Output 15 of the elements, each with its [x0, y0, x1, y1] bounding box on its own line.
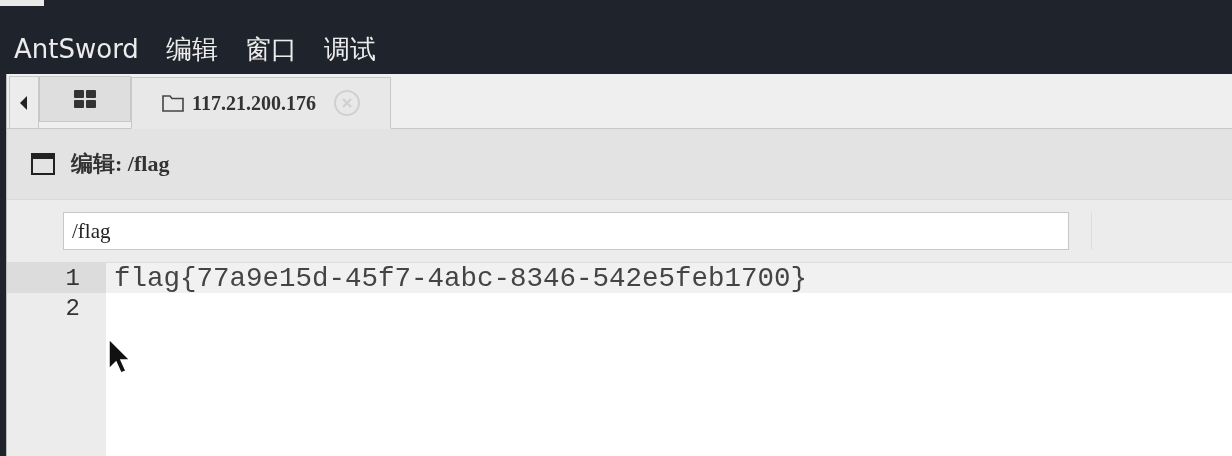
- path-field[interactable]: /flag: [63, 212, 1069, 250]
- tab[interactable]: 117.21.200.176: [131, 77, 391, 129]
- scroll-left-button[interactable]: [9, 76, 39, 128]
- window-icon: [31, 153, 55, 175]
- menu-item[interactable]: AntSword: [14, 34, 139, 64]
- line-number: 2: [64, 293, 81, 323]
- caret-left-icon: [20, 95, 28, 110]
- panel-title: 编辑: /flag: [71, 150, 170, 178]
- folder-icon: [162, 94, 184, 112]
- menu-item[interactable]: 编辑: [165, 31, 218, 67]
- line-number: 1: [7, 263, 106, 293]
- menu-item[interactable]: 调试: [323, 31, 376, 67]
- tab[interactable]: [39, 76, 131, 122]
- menu-item[interactable]: 窗口: [244, 31, 297, 67]
- grid-icon: [74, 90, 96, 108]
